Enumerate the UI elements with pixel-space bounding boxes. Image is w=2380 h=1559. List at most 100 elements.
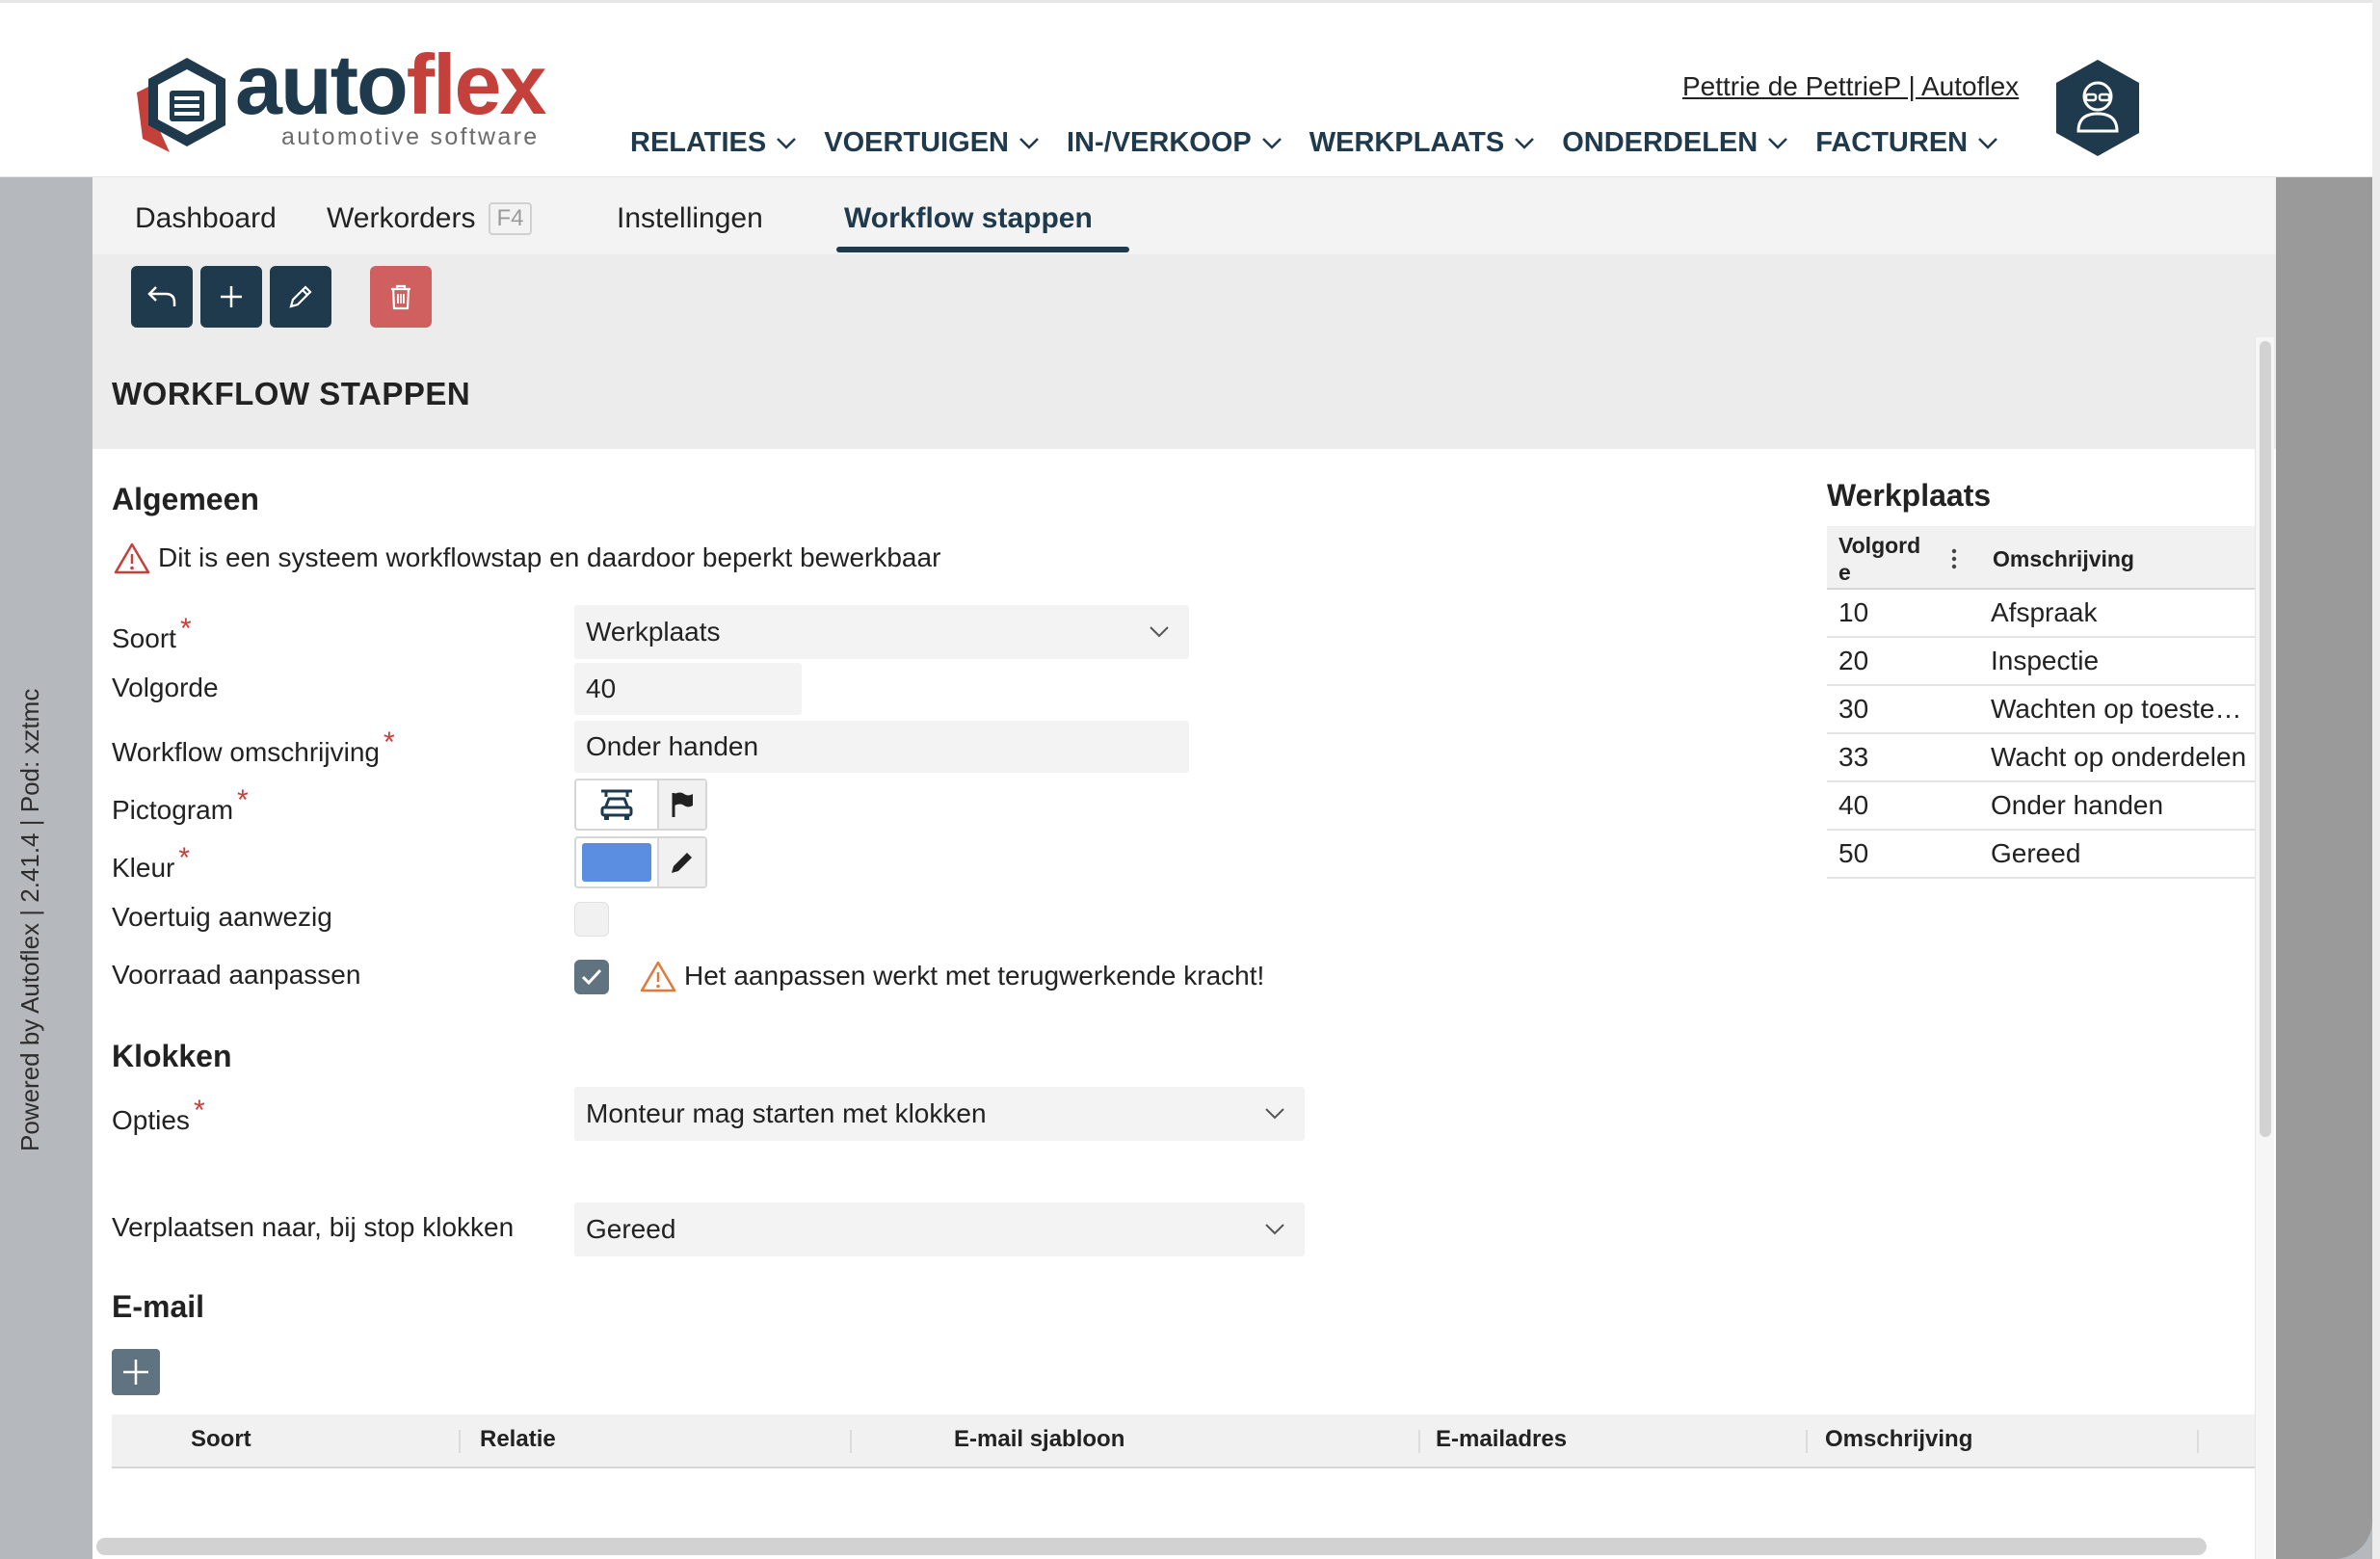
werkplaats-title: Werkplaats: [1827, 478, 1992, 513]
warning-icon: [640, 961, 676, 992]
column-separator[interactable]: [2197, 1430, 2199, 1453]
horizontal-scrollbar[interactable]: [96, 1538, 2207, 1555]
table-row[interactable]: 33 Wacht op onderdelen: [1827, 734, 2257, 782]
vertical-scrollbar[interactable]: [2255, 337, 2274, 1559]
voorraad-warning: Het aanpassen werkt met terugwerkende kr…: [640, 960, 1264, 992]
add-email-button[interactable]: [112, 1349, 160, 1395]
system-warning-text: Dit is een systeem workflowstap en daard…: [158, 542, 941, 572]
undo-arrow-icon: [147, 286, 176, 306]
voorraad-aanpassen-checkbox[interactable]: [574, 960, 609, 994]
column-separator[interactable]: [459, 1430, 461, 1453]
tab-bar: Dashboard Werkorders F4 Instellingen Work…: [93, 177, 2276, 254]
nav-in-verkoop[interactable]: IN-/VERKOOP: [1067, 127, 1283, 159]
tab-werkorders-label: Werkorders: [327, 202, 476, 234]
trash-icon: [391, 284, 410, 310]
table-row[interactable]: 50 Gereed: [1827, 831, 2257, 879]
workflow-omschrijving-input[interactable]: Onder handen: [574, 721, 1189, 773]
tab-instellingen[interactable]: Instellingen: [617, 202, 763, 235]
email-col-adres[interactable]: E-mailadres: [1436, 1426, 1567, 1453]
section-algemeen-title: Algemeen: [112, 482, 259, 516]
nav-werkplaats[interactable]: WERKPLAATS: [1309, 127, 1535, 159]
opties-label: Opties *: [112, 1095, 205, 1135]
logo-wordmark: autoflex: [235, 37, 546, 132]
nav-facturen[interactable]: FACTUREN: [1815, 127, 1998, 159]
opties-select[interactable]: Monteur mag starten met klokken: [574, 1087, 1305, 1141]
right-background: [2276, 177, 2372, 1559]
page-title: WORKFLOW STAPPEN: [112, 376, 471, 411]
table-row[interactable]: 10 Afspraak: [1827, 590, 2257, 638]
kleur-swatch: [582, 843, 651, 882]
warning-icon: [114, 542, 150, 574]
edit-button[interactable]: [270, 266, 331, 328]
shortcut-badge: F4: [489, 202, 532, 235]
vertical-scroll-thumb[interactable]: [2260, 341, 2271, 1137]
logo-tagline: automotive software: [281, 123, 540, 150]
column-separator[interactable]: [1806, 1430, 1808, 1453]
garage-logo-icon: [137, 58, 225, 152]
tab-werkorders[interactable]: Werkorders F4: [327, 202, 532, 235]
voertuig-aanwezig-checkbox[interactable]: [574, 902, 609, 937]
pencil-icon: [289, 285, 312, 308]
kleur-picker[interactable]: [574, 836, 707, 888]
system-warning: Dit is een systeem workflowstap en daard…: [114, 542, 940, 574]
chevron-down-icon: [1261, 137, 1282, 149]
nav-onderdelen[interactable]: ONDERDELEN: [1562, 127, 1788, 159]
email-table-header: Soort Relatie E-mail sjabloon E-mailadre…: [112, 1414, 2257, 1468]
table-row[interactable]: 30Wachten op toestemming: [1827, 686, 2257, 734]
chevron-down-icon: [1265, 1108, 1284, 1120]
tab-dashboard[interactable]: Dashboard: [135, 202, 277, 235]
kleur-swatch-cell: [576, 838, 657, 886]
nav-voertuigen[interactable]: VOERTUIGEN: [824, 127, 1040, 159]
verplaatsen-select[interactable]: Gereed: [574, 1202, 1305, 1256]
back-button[interactable]: [131, 266, 193, 328]
volgorde-input[interactable]: 40: [574, 663, 802, 715]
email-col-soort[interactable]: Soort: [191, 1426, 251, 1453]
email-col-sjabloon[interactable]: E-mail sjabloon: [954, 1426, 1124, 1453]
active-tab-indicator: [836, 247, 1129, 252]
pictogram-choose-button[interactable]: [657, 780, 705, 829]
chevron-down-icon: [1768, 137, 1788, 149]
delete-button[interactable]: [370, 266, 432, 328]
version-info: Powered by Autoflex | 2.41.4 | Pod: xztm…: [15, 688, 44, 1151]
user-account-link[interactable]: Pettrie de PettrieP | Autoflex: [1682, 71, 2019, 102]
soort-label: Soort *: [112, 613, 192, 653]
wp-col-omschrijving[interactable]: Omschrijving: [1993, 545, 2134, 572]
email-col-omschrijving[interactable]: Omschrijving: [1825, 1426, 1972, 1453]
car-lift-icon: [600, 789, 633, 820]
chevron-down-icon: [1150, 626, 1169, 638]
pictogram-picker[interactable]: [574, 779, 707, 831]
email-col-relatie[interactable]: Relatie: [480, 1426, 556, 1453]
workflow-omschrijving-label: Workflow omschrijving *: [112, 727, 395, 767]
tab-workflow-stappen[interactable]: Workflow stappen: [844, 202, 1093, 235]
werkplaats-table: Volgord e Omschrijving 10 Afspraak 20 Inspe…: [1827, 526, 2257, 879]
chevron-down-icon: [777, 137, 797, 149]
verplaatsen-label: Verplaatsen naar, bij stop klokken: [112, 1212, 515, 1242]
voorraad-aanpassen-label: Voorraad aanpassen: [112, 960, 361, 990]
section-klokken-title: Klokken: [112, 1039, 232, 1073]
column-separator[interactable]: [1418, 1430, 1420, 1453]
soort-select-value: Werkplaats: [586, 617, 721, 647]
table-row[interactable]: 20 Inspectie: [1827, 638, 2257, 686]
autoflex-logo[interactable]: autoflex automotive software: [131, 42, 555, 154]
flag-icon: [672, 792, 693, 817]
table-row[interactable]: 40 Onder handen: [1827, 782, 2257, 831]
nav-relaties[interactable]: RELATIES: [630, 127, 797, 159]
pencil-icon: [672, 853, 692, 873]
wp-col-volgorde[interactable]: Volgord e: [1838, 532, 1920, 586]
user-avatar-icon: [2056, 60, 2139, 156]
add-button[interactable]: [200, 266, 262, 328]
column-menu-icon[interactable]: [1950, 547, 1958, 570]
kleur-edit-button[interactable]: [657, 838, 705, 886]
window-top-edge: [0, 0, 2372, 3]
main-panel: Dashboard Werkorders F4 Instellingen Work…: [93, 177, 2276, 1559]
user-avatar[interactable]: [2052, 58, 2143, 158]
volgorde-label: Volgorde: [112, 673, 219, 702]
plus-icon: [123, 1360, 148, 1385]
chevron-down-icon: [1265, 1224, 1284, 1235]
werkplaats-rows: 10 Afspraak 20 Inspectie 30 Wachten op toes…: [1827, 590, 2257, 879]
checkmark-icon: [581, 968, 602, 986]
soort-select[interactable]: Werkplaats: [574, 605, 1189, 659]
main-nav: RELATIES VOERTUIGEN IN-/VERKOOP WERKPLAA…: [630, 127, 2025, 159]
plus-icon: [221, 286, 242, 307]
column-separator[interactable]: [850, 1430, 852, 1453]
